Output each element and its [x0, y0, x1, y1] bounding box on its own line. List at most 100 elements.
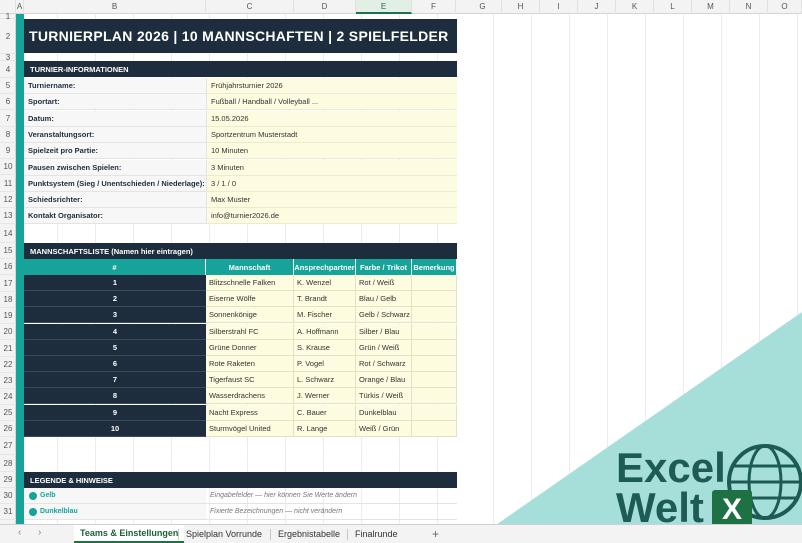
row-header-27[interactable]: 27: [0, 437, 16, 455]
info-value-field[interactable]: Sportzentrum Musterstadt: [206, 126, 457, 143]
column-header-c[interactable]: C: [206, 0, 294, 14]
column-header-e[interactable]: E: [356, 0, 412, 14]
team-note-cell[interactable]: [412, 372, 457, 389]
column-header-o[interactable]: O: [768, 0, 802, 14]
team-table-header[interactable]: Mannschaft: [206, 259, 294, 275]
row-header-2[interactable]: 2: [0, 19, 16, 54]
row-header-8[interactable]: 8: [0, 127, 16, 143]
row-header-13[interactable]: 13: [0, 208, 16, 224]
column-header-n[interactable]: N: [730, 0, 768, 14]
team-note-cell[interactable]: [412, 291, 457, 308]
row-header-21[interactable]: 21: [0, 340, 16, 357]
row-header-26[interactable]: 26: [0, 421, 16, 437]
team-color-cell[interactable]: Gelb / Schwarz: [356, 307, 412, 324]
row-header-6[interactable]: 6: [0, 94, 16, 110]
team-color-cell[interactable]: Weiß / Grün: [356, 420, 412, 437]
team-color-cell[interactable]: Blau / Gelb: [356, 291, 412, 308]
row-header-31[interactable]: 31: [0, 504, 16, 520]
team-name-cell[interactable]: Blitzschnelle Falken: [206, 275, 294, 291]
team-name-cell[interactable]: Sonnenkönige: [206, 307, 294, 324]
team-contact-cell[interactable]: K. Wenzel: [294, 275, 356, 291]
team-table-header[interactable]: Ansprechpartner: [294, 259, 356, 275]
team-note-cell[interactable]: [412, 323, 457, 340]
team-contact-cell[interactable]: M. Fischer: [294, 307, 356, 324]
info-value-field[interactable]: Max Muster: [206, 192, 457, 209]
row-header-22[interactable]: 22: [0, 357, 16, 373]
sheet-tab[interactable]: Spielplan Vorrunde: [180, 525, 268, 543]
team-contact-cell[interactable]: S. Krause: [294, 339, 356, 356]
team-contact-cell[interactable]: R. Lange: [294, 420, 356, 437]
team-contact-cell[interactable]: C. Bauer: [294, 404, 356, 421]
row-header-4[interactable]: 4: [0, 61, 16, 78]
row-header-23[interactable]: 23: [0, 373, 16, 389]
column-header-l[interactable]: L: [654, 0, 692, 14]
legend-section-header[interactable]: LEGENDE & HINWEISE: [24, 472, 457, 488]
info-value-field[interactable]: 10 Minuten: [206, 143, 457, 160]
info-value-field[interactable]: 15.05.2026: [206, 110, 457, 127]
team-color-cell[interactable]: Grün / Weiß: [356, 339, 412, 356]
team-contact-cell[interactable]: T. Brandt: [294, 291, 356, 308]
row-header-29[interactable]: 29: [0, 472, 16, 488]
team-note-cell[interactable]: [412, 339, 457, 356]
team-table-header[interactable]: Bemerkung: [412, 259, 457, 275]
row-header-24[interactable]: 24: [0, 389, 16, 405]
row-header-3[interactable]: 3: [0, 53, 16, 62]
team-note-cell[interactable]: [412, 420, 457, 437]
team-name-cell[interactable]: Rote Raketen: [206, 356, 294, 372]
column-header-m[interactable]: M: [692, 0, 730, 14]
info-value-field[interactable]: 3 / 1 / 0: [206, 175, 457, 192]
sheet-title[interactable]: TURNIERPLAN 2026 | 10 MANNSCHAFTEN | 2 S…: [24, 19, 457, 53]
row-header-11[interactable]: 11: [0, 175, 16, 192]
row-header-17[interactable]: 17: [0, 275, 16, 292]
teams-section-header[interactable]: MANNSCHAFTSLISTE (Namen hier eintragen): [24, 243, 457, 259]
sheet-tab[interactable]: Teams & Einstellungen: [74, 525, 185, 543]
team-note-cell[interactable]: [412, 388, 457, 405]
team-note-cell[interactable]: [412, 404, 457, 421]
row-header-15[interactable]: 15: [0, 243, 16, 259]
info-value-field[interactable]: info@turnier2026.de: [206, 208, 457, 225]
team-color-cell[interactable]: Rot / Weiß: [356, 275, 412, 291]
team-note-cell[interactable]: [412, 307, 457, 324]
sheet-tab[interactable]: Finalrunde: [349, 525, 404, 543]
column-header-h[interactable]: H: [502, 0, 540, 14]
team-name-cell[interactable]: Silberstrahl FC: [206, 323, 294, 340]
team-color-cell[interactable]: Dunkelblau: [356, 404, 412, 421]
row-header-7[interactable]: 7: [0, 110, 16, 127]
worksheet-grid[interactable]: TURNIERPLAN 2026 | 10 MANNSCHAFTEN | 2 S…: [24, 14, 802, 524]
column-header-d[interactable]: D: [294, 0, 356, 14]
team-note-cell[interactable]: [412, 356, 457, 372]
add-sheet-button[interactable]: +: [426, 525, 445, 543]
team-contact-cell[interactable]: A. Hoffmann: [294, 323, 356, 340]
column-header-a[interactable]: A: [16, 0, 24, 14]
column-header-i[interactable]: I: [540, 0, 578, 14]
row-header-5[interactable]: 5: [0, 78, 16, 94]
row-header-10[interactable]: 10: [0, 159, 16, 175]
row-header-25[interactable]: 25: [0, 405, 16, 421]
column-header-b[interactable]: B: [24, 0, 206, 14]
row-header-20[interactable]: 20: [0, 324, 16, 340]
tab-prev-button[interactable]: ‹: [18, 527, 21, 538]
column-header-k[interactable]: K: [616, 0, 654, 14]
info-value-field[interactable]: Fußball / Handball / Volleyball ...: [206, 94, 457, 111]
column-header-g[interactable]: G: [464, 0, 502, 14]
tab-next-button[interactable]: ›: [38, 527, 41, 538]
team-contact-cell[interactable]: J. Werner: [294, 388, 356, 405]
info-section-header[interactable]: TURNIER-INFORMATIONEN: [24, 61, 457, 77]
team-name-cell[interactable]: Eiserne Wölfe: [206, 291, 294, 308]
team-color-cell[interactable]: Silber / Blau: [356, 323, 412, 340]
row-header-16[interactable]: 16: [0, 259, 16, 275]
team-color-cell[interactable]: Orange / Blau: [356, 372, 412, 389]
team-name-cell[interactable]: Nacht Express: [206, 404, 294, 421]
sheet-tab[interactable]: Ergebnistabelle: [272, 525, 346, 543]
row-header-19[interactable]: 19: [0, 308, 16, 324]
team-note-cell[interactable]: [412, 275, 457, 291]
team-color-cell[interactable]: Türkis / Weiß: [356, 388, 412, 405]
row-header-28[interactable]: 28: [0, 455, 16, 472]
team-contact-cell[interactable]: P. Vogel: [294, 356, 356, 372]
row-header-18[interactable]: 18: [0, 292, 16, 308]
row-header-14[interactable]: 14: [0, 224, 16, 243]
team-table-header[interactable]: Farbe / Trikot: [356, 259, 412, 275]
column-header-j[interactable]: J: [578, 0, 616, 14]
team-name-cell[interactable]: Wasserdrachens: [206, 388, 294, 405]
row-header-12[interactable]: 12: [0, 192, 16, 208]
